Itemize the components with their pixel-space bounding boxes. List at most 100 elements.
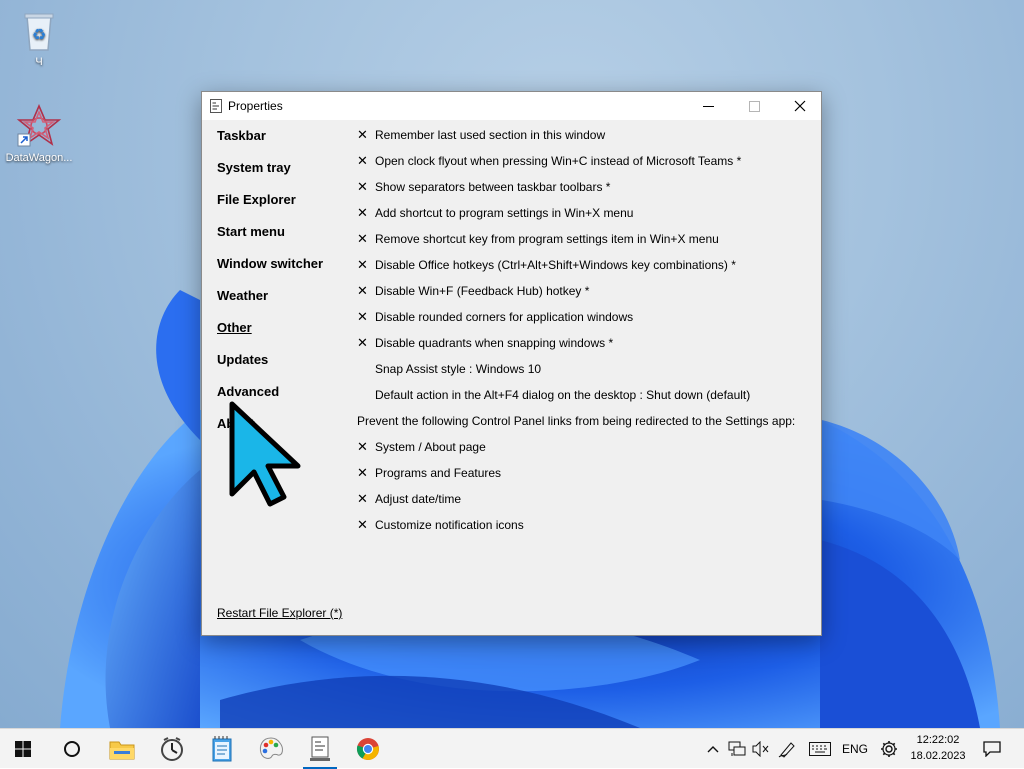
option-row[interactable]: ✕ Disable Win+F (Feedback Hub) hotkey *: [357, 281, 589, 301]
option-row[interactable]: ✕ Adjust date/time: [357, 489, 461, 509]
section-heading: Prevent the following Control Panel link…: [357, 414, 796, 428]
clock-time: 12:22:02: [916, 734, 960, 746]
clock[interactable]: 12:22:02 18.02.2023: [907, 732, 969, 764]
taskbar-properties-app[interactable]: [297, 729, 343, 769]
option-checkmark: ✕: [357, 309, 368, 324]
option-row[interactable]: ✕ Open clock flyout when pressing Win+C i…: [357, 151, 741, 171]
taskbar-file-explorer[interactable]: [99, 729, 145, 769]
paint-palette-icon: [259, 737, 283, 759]
option-row[interactable]: ✕ System / About page: [357, 437, 486, 457]
option-checkmark: ✕: [357, 205, 368, 220]
pen-workspace-icon: [778, 742, 795, 758]
taskbar-chrome[interactable]: [345, 729, 391, 769]
option-checkmark: ✕: [357, 335, 368, 350]
datawagon-shortcut[interactable]: DataWagon...: [1, 104, 77, 164]
nav-item[interactable]: Start menu: [217, 224, 285, 239]
option-label: Disable rounded corners for application …: [375, 310, 634, 324]
datawagon-icon: [16, 104, 62, 147]
option-label: Remember last used section in this windo…: [375, 128, 606, 142]
app-icon: [210, 99, 222, 113]
recycle-bin-shortcut[interactable]: ♻ Ч: [1, 10, 77, 68]
nav-item[interactable]: Weather: [217, 288, 268, 303]
option-row[interactable]: ✕ Remove shortcut key from program settin…: [357, 229, 719, 249]
gear-icon: [881, 741, 897, 757]
option-row[interactable]: ✕ Disable quadrants when snapping windows…: [357, 333, 613, 353]
option-checkmark: ✕: [357, 179, 368, 194]
option-checkmark: ✕: [357, 231, 368, 246]
nav-item[interactable]: System tray: [217, 160, 291, 175]
option-checkmark: ✕: [357, 283, 368, 298]
window-titlebar[interactable]: Properties: [202, 92, 821, 120]
close-button[interactable]: [777, 92, 823, 120]
pen-tray-button[interactable]: [775, 729, 799, 769]
option-checkmark: ✕: [357, 127, 368, 142]
option-checkmark: ✕: [357, 491, 368, 506]
recycle-bin-label: Ч: [35, 56, 43, 68]
volume-tray-button[interactable]: [749, 729, 773, 769]
search-circle-icon: [64, 741, 80, 757]
window-title: Properties: [228, 99, 283, 113]
properties-app-icon: [310, 736, 330, 761]
option-label: System / About page: [375, 440, 486, 454]
language-indicator[interactable]: ENG: [838, 729, 872, 769]
option-row[interactable]: ✕ Show separators between taskbar toolbar…: [357, 177, 610, 197]
network-tray-button[interactable]: [725, 729, 749, 769]
option-checkmark: ✕: [357, 439, 368, 454]
option-checkmark: ✕: [357, 517, 368, 532]
minimize-button[interactable]: [685, 92, 731, 120]
maximize-icon: [748, 100, 760, 112]
option-row[interactable]: ✕ Customize notification icons: [357, 515, 524, 535]
option-row[interactable]: ✕ Add shortcut to program settings in Win…: [357, 203, 633, 223]
start-button[interactable]: [0, 729, 46, 769]
option-checkmark: ✕: [357, 257, 368, 272]
show-hidden-icons-button[interactable]: [702, 729, 724, 769]
option-label: Programs and Features: [375, 466, 502, 480]
chrome-icon: [356, 738, 379, 760]
option-row[interactable]: Snap Assist style : Windows 10: [357, 359, 541, 379]
datawagon-label: DataWagon...: [5, 152, 73, 164]
option-label: Disable quadrants when snapping windows …: [375, 336, 614, 350]
option-label: Open clock flyout when pressing Win+C in…: [375, 154, 742, 168]
settings-tray-button[interactable]: [876, 729, 902, 769]
option-label: Disable Office hotkeys (Ctrl+Alt+Shift+W…: [375, 258, 736, 272]
nav-item[interactable]: Window switcher: [217, 256, 323, 271]
option-row[interactable]: ✕ Remember last used section in this wind…: [357, 125, 605, 145]
clock-app-icon: [161, 737, 183, 761]
nav-item[interactable]: Other: [217, 320, 252, 335]
nav-item[interactable]: Updates: [217, 352, 268, 367]
option-label: Remove shortcut key from program setting…: [375, 232, 719, 246]
option-row[interactable]: ✕ Disable rounded corners for application…: [357, 307, 633, 327]
notepad-icon: [212, 736, 232, 762]
taskbar-notepad[interactable]: [199, 729, 245, 769]
option-checkmark: ✕: [357, 153, 368, 168]
svg-text:♻: ♻: [32, 27, 46, 44]
minimize-icon: [702, 105, 714, 107]
properties-window: Properties Taskbar System tray File Explor…: [201, 91, 822, 636]
maximize-button[interactable]: [731, 92, 777, 120]
taskbar-paint[interactable]: [248, 729, 294, 769]
nav-item[interactable]: Advanced: [217, 384, 279, 399]
keyboard-icon: [809, 742, 831, 756]
option-label: Add shortcut to program settings in Win+…: [375, 206, 634, 220]
chevron-up-icon: [707, 746, 719, 753]
option-label: Show separators between taskbar toolbars…: [375, 180, 611, 194]
option-label: Customize notification icons: [375, 518, 524, 532]
folder-icon: [109, 741, 135, 760]
option-label: Snap Assist style : Windows 10: [375, 362, 542, 376]
nav-item[interactable]: File Explorer: [217, 192, 296, 207]
option-row[interactable]: ✕ Programs and Features: [357, 463, 501, 483]
option-label: Adjust date/time: [375, 492, 462, 506]
pointer-cursor-icon: [229, 401, 301, 507]
notification-icon: [983, 741, 1001, 757]
taskbar-clock-app[interactable]: [149, 729, 195, 769]
network-icon: [728, 741, 746, 756]
restart-explorer-link[interactable]: Restart File Explorer (*): [217, 606, 342, 620]
option-row[interactable]: Default action in the Alt+F4 dialog on t…: [357, 385, 750, 405]
touch-keyboard-button[interactable]: [806, 729, 834, 769]
notifications-button[interactable]: [978, 729, 1006, 769]
option-label: Default action in the Alt+F4 dialog on t…: [375, 388, 751, 402]
option-row[interactable]: ✕ Disable Office hotkeys (Ctrl+Alt+Shift+…: [357, 255, 736, 275]
search-button[interactable]: [49, 729, 95, 769]
windows-logo-icon: [15, 741, 31, 757]
nav-item[interactable]: Taskbar: [217, 128, 266, 143]
